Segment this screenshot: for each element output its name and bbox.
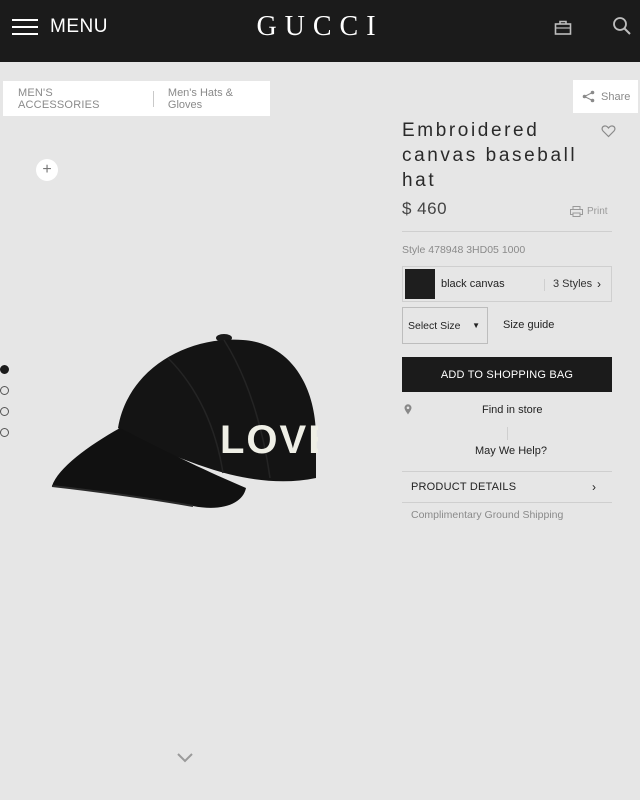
chevron-down-icon: ▼: [472, 321, 480, 330]
print-label: Print: [587, 206, 608, 217]
style-number: Style 478948 3HD05 1000: [402, 244, 526, 256]
add-to-bag-button[interactable]: ADD TO SHOPPING BAG: [402, 357, 612, 392]
breadcrumb-mens-accessories[interactable]: MEN'S ACCESSORIES: [3, 87, 153, 111]
printer-icon: [570, 206, 583, 217]
zoom-button[interactable]: +: [36, 159, 58, 181]
gucci-logo[interactable]: GUCCI: [0, 11, 640, 43]
breadcrumb-mens-hats-gloves[interactable]: Men's Hats & Gloves: [154, 87, 270, 111]
chevron-right-icon: ›: [597, 277, 601, 291]
share-icon: [582, 90, 595, 103]
color-swatch: [405, 269, 435, 299]
gallery-dot-1[interactable]: [0, 365, 9, 374]
styles-count: 3 Styles: [553, 278, 593, 290]
gallery-dot-2[interactable]: [0, 386, 9, 395]
style-selector[interactable]: black canvas 3 Styles ›: [402, 266, 612, 302]
product-details-toggle[interactable]: PRODUCT DETAILS ›: [402, 472, 612, 502]
shipping-note: Complimentary Ground Shipping: [411, 509, 564, 521]
divider: [402, 502, 612, 503]
vertical-divider: [507, 427, 508, 440]
location-pin-icon: [404, 404, 412, 415]
product-title: Embroidered canvas baseball hat: [402, 120, 578, 191]
size-select-value: Select Size: [408, 319, 461, 332]
share-label: Share: [601, 90, 631, 103]
size-select[interactable]: Select Size ▼: [402, 307, 488, 344]
product-image-baseball-hat[interactable]: LOVED: [48, 328, 318, 528]
product-details-label: PRODUCT DETAILS: [411, 481, 517, 493]
gallery-dot-4[interactable]: [0, 428, 9, 437]
gallery-pagination: [0, 365, 9, 449]
style-variant-name: black canvas: [441, 278, 505, 290]
chevron-right-icon: ›: [592, 480, 597, 494]
shopping-bag-icon[interactable]: [554, 18, 572, 36]
style-separator: [544, 279, 545, 291]
hat-embroidery-text: LOVED: [220, 418, 318, 462]
search-icon[interactable]: [612, 16, 632, 36]
chevron-down-icon[interactable]: [176, 752, 194, 764]
size-guide-link[interactable]: Size guide: [503, 319, 554, 331]
breadcrumb: MEN'S ACCESSORIES Men's Hats & Gloves: [3, 81, 270, 116]
share-button[interactable]: Share: [573, 80, 638, 113]
may-we-help-link[interactable]: May We Help?: [475, 445, 547, 457]
divider: [402, 231, 612, 232]
product-price: $ 460: [402, 199, 448, 218]
find-in-store-link[interactable]: Find in store: [482, 404, 543, 416]
heart-icon[interactable]: [601, 124, 616, 138]
gallery-dot-3[interactable]: [0, 407, 9, 416]
print-button[interactable]: Print: [570, 206, 608, 217]
top-nav-bar: MENU GUCCI: [0, 0, 640, 62]
